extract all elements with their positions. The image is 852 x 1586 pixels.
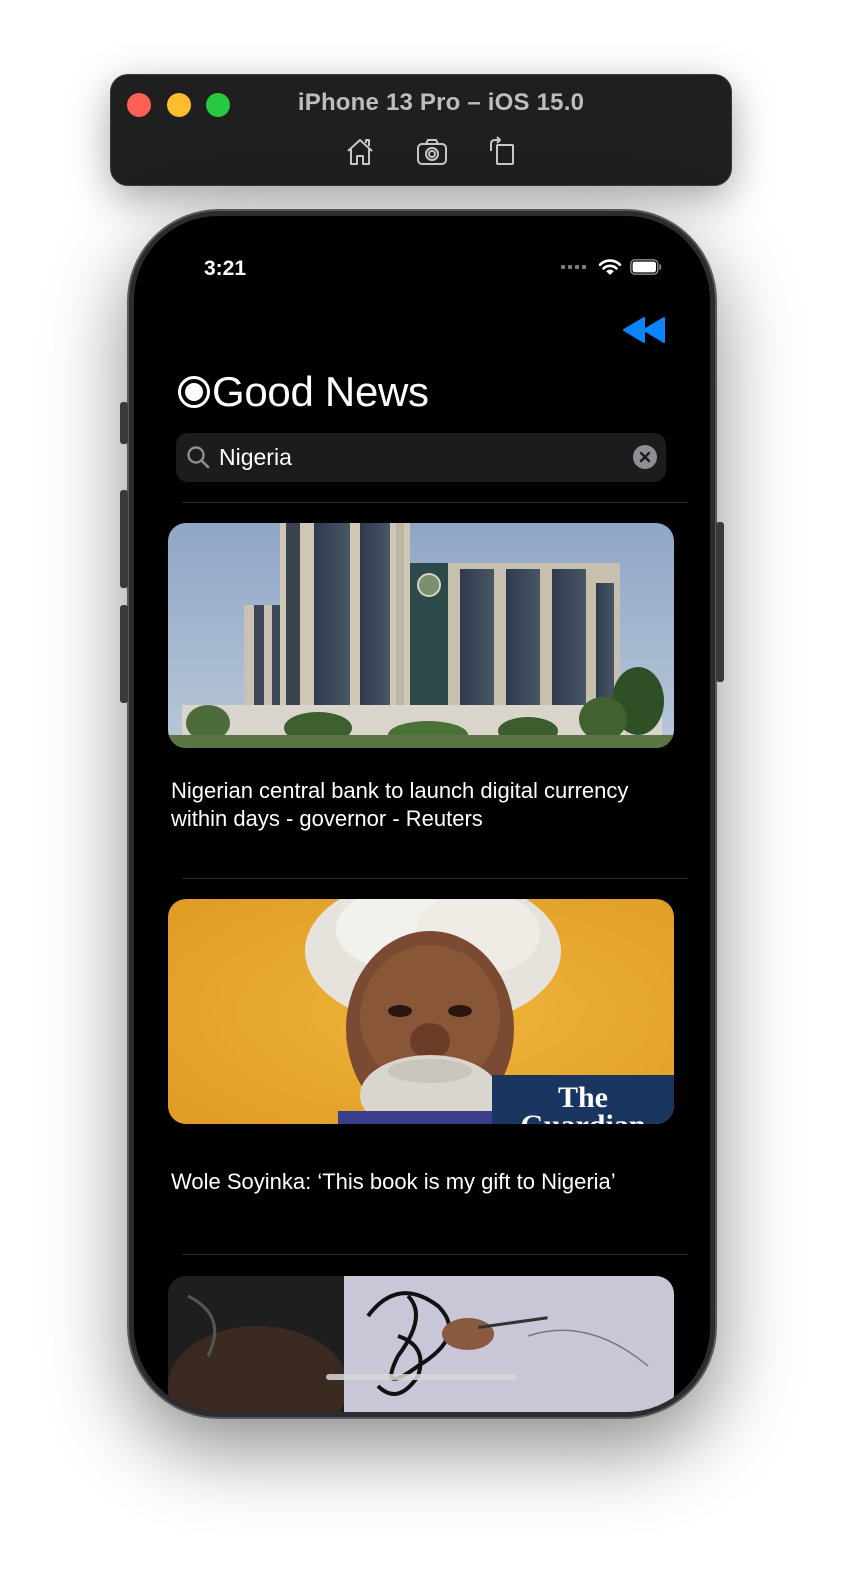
article-image-central-bank[interactable] — [168, 523, 674, 748]
volume-up-button — [120, 490, 128, 588]
list-divider — [182, 502, 688, 503]
power-button — [716, 522, 724, 682]
search-icon — [187, 446, 210, 469]
cellular-signal-icon — [561, 265, 586, 269]
wole-soyinka-portrait-photo: The Guardian — [168, 899, 674, 1124]
backward-icon — [623, 317, 665, 343]
home-icon[interactable] — [343, 135, 377, 169]
list-divider — [182, 878, 688, 879]
radio-icon — [178, 376, 210, 408]
clear-search-button[interactable] — [633, 445, 657, 469]
guardian-logo-text: Guardian — [520, 1109, 645, 1124]
page-title: Good News — [212, 368, 429, 415]
search-input[interactable]: Nigeria — [219, 444, 292, 471]
screenshot-icon[interactable] — [415, 135, 449, 169]
search-field[interactable]: Nigeria — [176, 433, 666, 482]
status-icons — [561, 258, 662, 276]
central-bank-building-photo — [168, 523, 674, 748]
close-icon — [639, 451, 651, 463]
status-time: 3:21 — [204, 257, 247, 280]
simulator-title: iPhone 13 Pro – iOS 15.0 — [297, 89, 585, 116]
simulator-titlebar: iPhone 13 Pro – iOS 15.0 — [110, 74, 732, 186]
list-divider — [182, 1254, 688, 1255]
battery-icon — [630, 259, 662, 275]
home-indicator[interactable] — [326, 1374, 516, 1380]
rotate-icon[interactable] — [485, 135, 519, 169]
volume-down-button — [120, 605, 128, 703]
article-image-soyinka[interactable]: The Guardian — [168, 899, 674, 1124]
page-title-row: Good News — [178, 368, 429, 416]
article-title[interactable]: Nigerian central bank to launch digital … — [171, 777, 671, 833]
wifi-icon — [598, 259, 622, 275]
simulator-desktop: iPhone 13 Pro – iOS 15.0 3:21 Good News … — [0, 0, 852, 1586]
artist-drawing-photo — [168, 1276, 674, 1412]
article-image-artist[interactable] — [168, 1276, 674, 1412]
article-title[interactable]: Wole Soyinka: ‘This book is my gift to N… — [171, 1168, 671, 1196]
silent-switch — [120, 402, 128, 444]
rewind-button[interactable] — [622, 316, 666, 344]
phone-screen: 3:21 Good News Nigeria Nigerian central … — [134, 216, 710, 1412]
